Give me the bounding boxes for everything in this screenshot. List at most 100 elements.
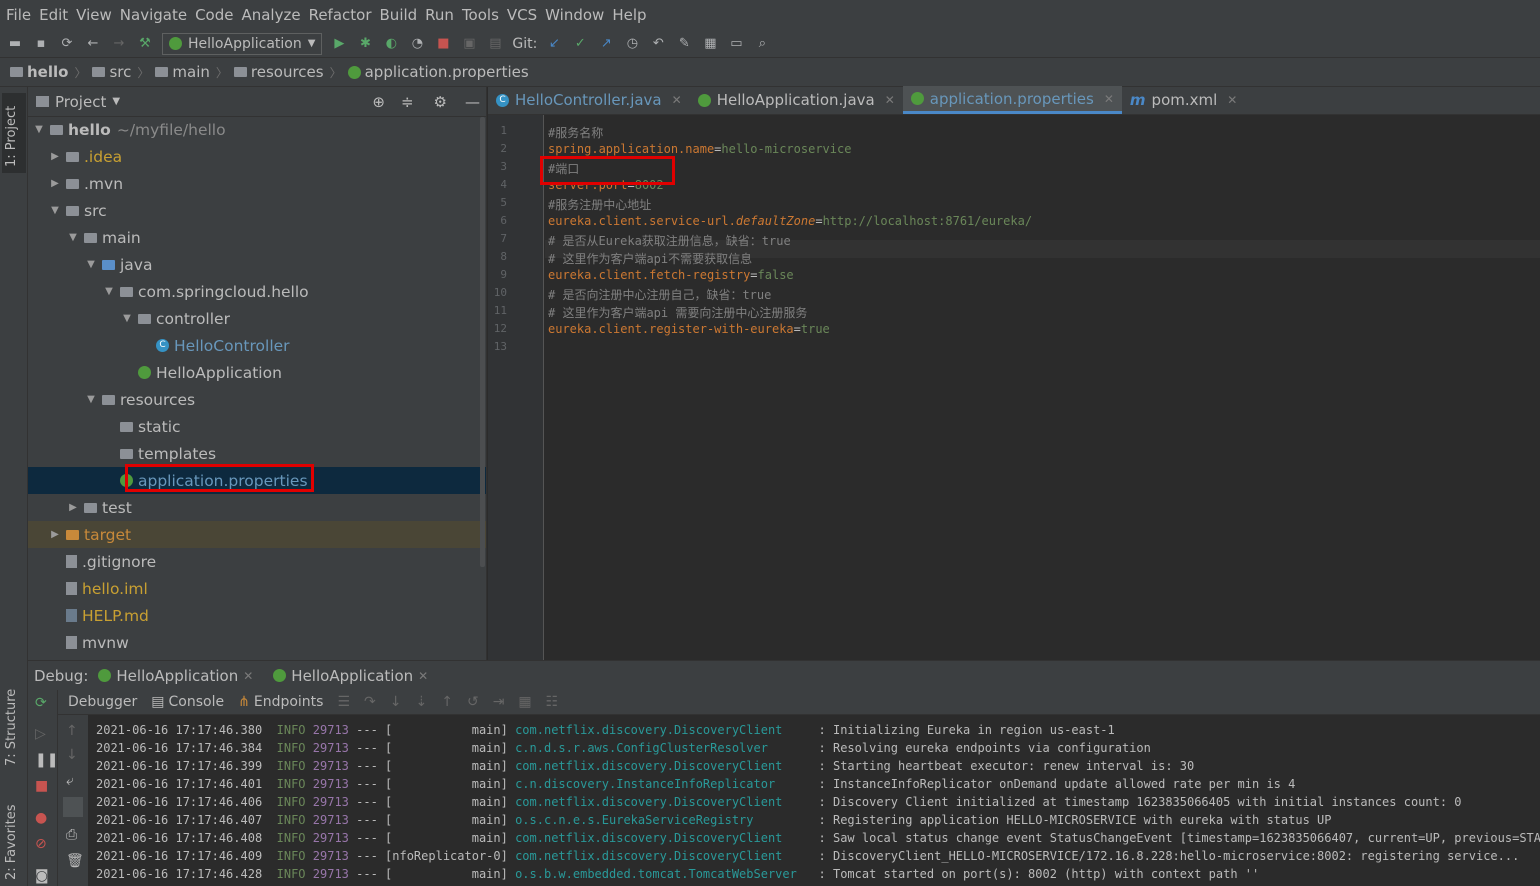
close-icon[interactable]: ✕ bbox=[243, 669, 253, 683]
menu-file[interactable]: File bbox=[6, 6, 31, 24]
print-icon[interactable]: ⎙ bbox=[66, 827, 77, 843]
project-tool-tab[interactable]: 1: Project bbox=[4, 106, 19, 167]
gear-icon[interactable]: ⚙ bbox=[434, 93, 447, 111]
breadcrumb-src[interactable]: src bbox=[92, 63, 131, 81]
trash-icon[interactable]: 🗑 bbox=[66, 853, 84, 869]
tree-item-main[interactable]: ▼ main bbox=[28, 224, 486, 251]
close-icon[interactable]: ✕ bbox=[418, 669, 428, 683]
step-over-icon[interactable]: ↷ bbox=[364, 694, 376, 710]
tree-item-test[interactable]: ▶ test bbox=[28, 494, 486, 521]
code-editor[interactable]: #服务名称 spring.application.name=hello-micro… bbox=[545, 115, 1540, 660]
pause-icon[interactable]: ❚❚ bbox=[35, 752, 58, 768]
tree-item-target[interactable]: ▶ target bbox=[28, 521, 486, 548]
build-hammer-icon[interactable]: ⚒ bbox=[136, 35, 154, 53]
tab-pom-xml[interactable]: m pom.xml ✕ bbox=[1122, 86, 1245, 114]
breadcrumb-hello[interactable]: hello bbox=[10, 63, 68, 81]
git-push-icon[interactable]: ↗ bbox=[597, 35, 615, 53]
menu-code[interactable]: Code bbox=[195, 6, 233, 24]
tree-item-hello-iml[interactable]: hello.iml bbox=[28, 575, 486, 602]
breadcrumb-resources[interactable]: resources bbox=[233, 63, 324, 81]
menu-icon[interactable]: ☰ bbox=[337, 694, 350, 710]
soft-wrap-icon[interactable]: ⤶ bbox=[66, 773, 74, 789]
close-icon[interactable]: ✕ bbox=[1227, 93, 1237, 107]
tree-item-mvn[interactable]: ▶ .mvn bbox=[28, 170, 486, 197]
tree-item-templates[interactable]: templates bbox=[28, 440, 486, 467]
settings-wrench-icon[interactable]: ✎ bbox=[675, 35, 693, 53]
close-icon[interactable]: ✕ bbox=[885, 93, 895, 107]
tree-item-hellocontroller[interactable]: C HelloController bbox=[28, 332, 486, 359]
breadcrumb-main[interactable]: main bbox=[155, 63, 210, 81]
attach-icon[interactable]: ▣ bbox=[460, 35, 478, 53]
run-icon[interactable]: ▶ bbox=[330, 35, 348, 53]
tab-hellocontroller[interactable]: C HelloController.java ✕ bbox=[488, 86, 690, 114]
down-arrow-icon[interactable]: ↓ bbox=[66, 747, 78, 763]
tree-item-idea[interactable]: ▶ .idea bbox=[28, 143, 486, 170]
tab-helloapplication[interactable]: HelloApplication.java ✕ bbox=[690, 86, 903, 114]
project-structure-icon[interactable]: ▦ bbox=[701, 35, 719, 53]
forward-icon[interactable]: → bbox=[110, 35, 128, 53]
run-configuration-select[interactable]: HelloApplication ▼ bbox=[162, 32, 323, 55]
structure-tool-tab[interactable]: 7: Structure bbox=[4, 689, 19, 766]
project-view-select[interactable]: Project bbox=[55, 93, 106, 111]
run-to-cursor-icon[interactable]: ⇥ bbox=[493, 694, 505, 710]
stop-icon[interactable]: ■ bbox=[434, 35, 452, 53]
resume-icon[interactable]: ▷ bbox=[35, 726, 46, 742]
close-icon[interactable]: ✕ bbox=[672, 93, 682, 107]
debug-icon[interactable]: ✱ bbox=[356, 35, 374, 53]
menu-vcs[interactable]: VCS bbox=[507, 6, 537, 24]
search-icon[interactable]: ⌕ bbox=[753, 35, 771, 53]
tree-item-gitignore[interactable]: .gitignore bbox=[28, 548, 486, 575]
menu-refactor[interactable]: Refactor bbox=[309, 6, 372, 24]
debug-session-tab[interactable]: HelloApplication ✕ bbox=[273, 667, 428, 685]
menu-analyze[interactable]: Analyze bbox=[241, 6, 300, 24]
chevron-down-icon[interactable]: ▼ bbox=[112, 96, 120, 107]
back-icon[interactable]: ← bbox=[84, 35, 102, 53]
close-icon[interactable]: ✕ bbox=[1104, 92, 1114, 106]
menu-tools[interactable]: Tools bbox=[462, 6, 499, 24]
collapse-all-icon[interactable]: ≑ bbox=[401, 93, 414, 111]
breadcrumb-file[interactable]: application.properties bbox=[347, 63, 529, 81]
step-out-icon[interactable]: ↑ bbox=[441, 694, 453, 710]
menu-help[interactable]: Help bbox=[612, 6, 646, 24]
menu-navigate[interactable]: Navigate bbox=[120, 6, 187, 24]
menu-edit[interactable]: Edit bbox=[39, 6, 68, 24]
stop-icon[interactable]: ■ bbox=[35, 778, 48, 794]
hide-icon[interactable]: — bbox=[465, 93, 480, 111]
sync-icon[interactable]: ⟳ bbox=[58, 35, 76, 53]
tree-item-src[interactable]: ▼ src bbox=[28, 197, 486, 224]
trace-icon[interactable]: ☷ bbox=[546, 694, 559, 710]
rerun-icon[interactable]: ⟳ bbox=[35, 695, 47, 711]
sdk-icon[interactable]: ▤ bbox=[486, 35, 504, 53]
camera-icon[interactable]: ◙ bbox=[35, 868, 49, 884]
scroll-to-end-icon[interactable] bbox=[63, 797, 83, 817]
force-step-into-icon[interactable]: ⇣ bbox=[415, 694, 427, 710]
tree-root[interactable]: ▼ hello ~/myfile/hello bbox=[28, 116, 486, 143]
tree-item-resources[interactable]: ▼ resources bbox=[28, 386, 486, 413]
step-into-icon[interactable]: ↓ bbox=[390, 694, 402, 710]
menu-build[interactable]: Build bbox=[380, 6, 418, 24]
menu-view[interactable]: View bbox=[76, 6, 112, 24]
locate-icon[interactable]: ⊕ bbox=[372, 93, 385, 111]
tab-endpoints[interactable]: ⋔ Endpoints bbox=[238, 694, 323, 710]
mute-breakpoints-icon[interactable]: ⊘ bbox=[35, 836, 47, 852]
tree-item-static[interactable]: static bbox=[28, 413, 486, 440]
tab-application-properties[interactable]: application.properties ✕ bbox=[902, 86, 1122, 114]
save-all-icon[interactable]: ▪ bbox=[32, 35, 50, 53]
rollback-icon[interactable]: ↶ bbox=[649, 35, 667, 53]
tree-item-java[interactable]: ▼ java bbox=[28, 251, 486, 278]
tree-item-controller[interactable]: ▼ controller bbox=[28, 305, 486, 332]
tree-item-mvnw[interactable]: mvnw bbox=[28, 629, 486, 656]
menu-run[interactable]: Run bbox=[425, 6, 454, 24]
tree-item-help-md[interactable]: HELP.md bbox=[28, 602, 486, 629]
tree-item-helloapplication[interactable]: HelloApplication bbox=[28, 359, 486, 386]
history-icon[interactable]: ◷ bbox=[623, 35, 641, 53]
open-folder-icon[interactable]: ▬ bbox=[6, 35, 24, 53]
evaluate-icon[interactable]: ▦ bbox=[518, 694, 531, 710]
profile-icon[interactable]: ◔ bbox=[408, 35, 426, 53]
debug-session-tab[interactable]: HelloApplication ✕ bbox=[98, 667, 253, 685]
view-breakpoints-icon[interactable]: ● bbox=[35, 810, 47, 826]
tab-console[interactable]: ▤ Console bbox=[151, 694, 224, 710]
terminal-icon[interactable]: ▭ bbox=[727, 35, 745, 53]
git-commit-icon[interactable]: ✓ bbox=[571, 35, 589, 53]
tab-debugger[interactable]: Debugger bbox=[68, 694, 137, 710]
